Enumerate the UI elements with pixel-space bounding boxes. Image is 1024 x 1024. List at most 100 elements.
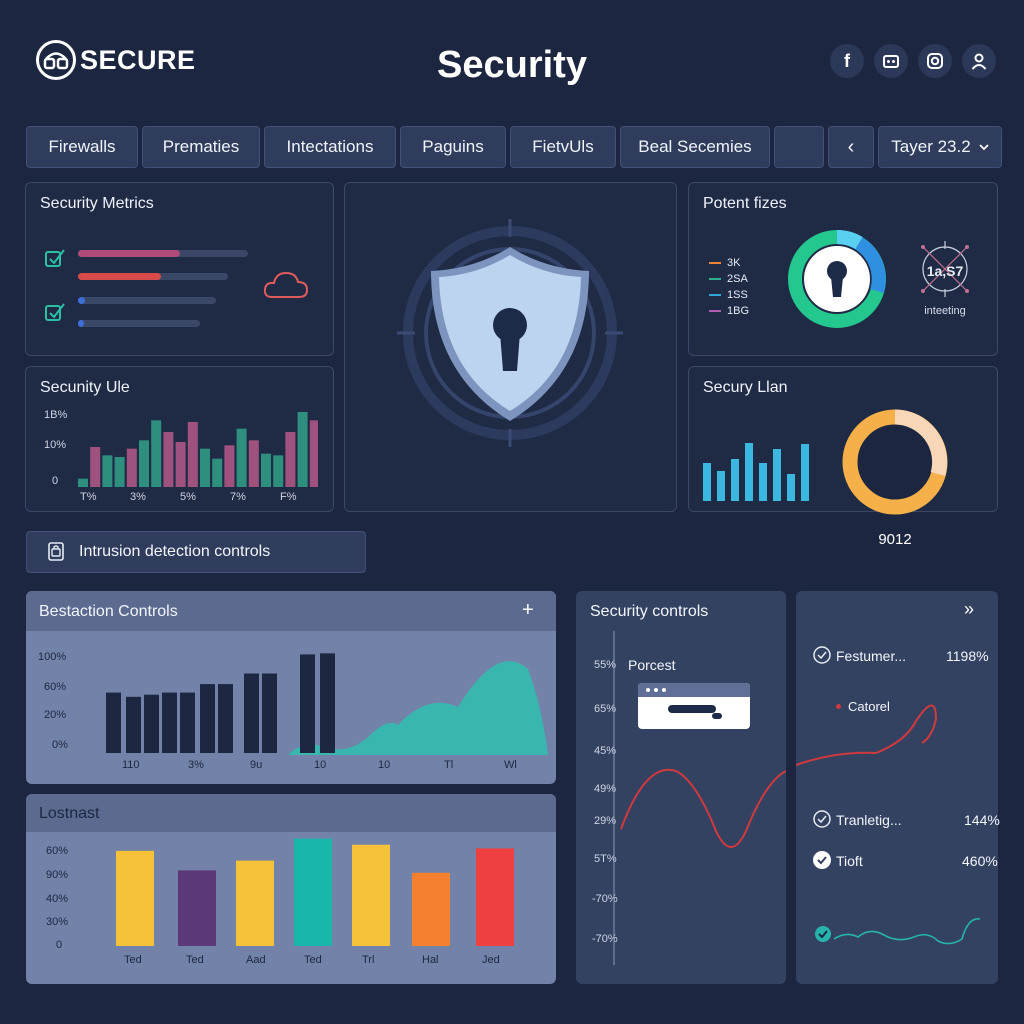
- expand-icon[interactable]: »: [964, 599, 974, 620]
- x-tick: 10: [378, 759, 391, 771]
- unity-bar: [102, 455, 113, 487]
- y-tick: 60%: [46, 845, 69, 857]
- potent-fizes-panel: Potent fizes 3K 2SA 1SS 1BG 1a,S7 inteet…: [688, 182, 998, 356]
- x-tick: F%: [280, 491, 297, 503]
- secunity-bar-chart: [78, 412, 318, 487]
- y-tick: 100%: [38, 651, 67, 663]
- prev-tab-button[interactable]: ‹: [828, 126, 874, 168]
- lostnast-bar: [476, 848, 514, 946]
- check-circle-icon: [815, 926, 831, 942]
- llan-bar: [731, 459, 739, 501]
- facebook-icon[interactable]: f: [830, 44, 864, 78]
- donut-value: 9012: [878, 531, 912, 548]
- bestaction-controls-panel: Bestaction Controls + 100% 60% 20% 0% 11…: [26, 591, 556, 784]
- summary-row-value: 460%: [962, 853, 998, 869]
- tab-firewalls[interactable]: Firewalls: [26, 126, 138, 168]
- checkbox-icon[interactable]: [44, 247, 66, 269]
- security-document-icon: [48, 542, 64, 561]
- unity-bar: [151, 420, 162, 487]
- secunity-ule-title: Secunity Ule: [40, 379, 130, 396]
- instagram-icon[interactable]: [918, 44, 952, 78]
- check-circle-icon: [813, 851, 831, 869]
- llan-bar: [787, 474, 795, 501]
- gauge-value: 1a,S7: [926, 263, 964, 279]
- shield-panel: [344, 182, 677, 512]
- y-tick: 0%: [52, 739, 68, 751]
- x-tick: 3%: [130, 491, 146, 503]
- bestaction-bar: [106, 692, 121, 753]
- bestaction-bar: [300, 654, 315, 753]
- metric-meter: [78, 320, 200, 327]
- bestaction-bar: [320, 653, 335, 753]
- tab-empty[interactable]: [774, 126, 824, 168]
- chevron-down-icon: [979, 144, 989, 151]
- x-tick: T%: [80, 491, 97, 503]
- shield-check-icon: [813, 646, 831, 664]
- unity-bar: [139, 440, 149, 487]
- unity-bar: [309, 420, 318, 487]
- unity-bar: [248, 440, 259, 487]
- y-tick: 30%: [46, 916, 69, 928]
- x-tick: Ted: [304, 954, 322, 966]
- security-controls-panel: Security controls 55% 65% 45% 49% 29% 5T…: [576, 591, 786, 984]
- legend-item: 3K: [709, 255, 769, 271]
- keyhole-ring-gauge: [788, 230, 886, 328]
- tab-beal-secemies[interactable]: Beal Secemies: [620, 126, 770, 168]
- add-icon[interactable]: +: [522, 599, 534, 622]
- bestaction-bar: [162, 692, 177, 753]
- summary-row-label: Tioft: [836, 853, 863, 869]
- y-tick: 60%: [44, 681, 67, 693]
- x-tick: 5%: [180, 491, 196, 503]
- x-tick: Hal: [422, 954, 439, 966]
- tab-prematies[interactable]: Prematies: [142, 126, 260, 168]
- tioft-trend-line: [834, 918, 981, 945]
- metric-meter: [78, 273, 228, 280]
- unity-bar: [175, 442, 186, 487]
- tab-fietvuls[interactable]: FietvUls: [510, 126, 616, 168]
- shield-check-icon: [813, 810, 831, 828]
- unity-bar: [273, 455, 284, 487]
- window-bar: [712, 713, 722, 719]
- metric-meter: [78, 250, 248, 257]
- llan-bar: [773, 449, 781, 501]
- summary-row-value: 144%: [964, 812, 1000, 828]
- x-tick: Ted: [124, 954, 142, 966]
- bestaction-bar: [244, 673, 259, 753]
- bestaction-bar: [218, 684, 233, 753]
- security-metrics-panel: Security Metrics: [25, 182, 334, 356]
- catorel-trend-line: [796, 704, 938, 766]
- legend-label: 3K: [727, 257, 741, 269]
- metric-meter: [78, 297, 216, 304]
- legend-label: 1SS: [727, 289, 748, 301]
- lostnast-panel: Lostnast 60% 90% 40% 30% 0 Ted Ted Aad T…: [26, 794, 556, 984]
- unity-bar: [78, 478, 88, 487]
- summary-row-label: Festumer...: [836, 648, 907, 664]
- window-titlebar: [638, 683, 750, 697]
- tab-paguins[interactable]: Paguins: [400, 126, 506, 168]
- secunity-ule-panel: Secunity Ule 1B% 10% 0 T% 3% 5% 7% F%: [25, 366, 334, 512]
- version-select[interactable]: Tayer 23.2: [878, 126, 1002, 168]
- potent-legend: 3K 2SA 1SS 1BG: [709, 255, 769, 319]
- secury-llan-title: Secury Llan: [703, 379, 788, 396]
- legend-swatch: [709, 262, 721, 264]
- user-icon[interactable]: [962, 44, 996, 78]
- x-tick: Trl: [362, 954, 375, 966]
- window-dot: [646, 688, 650, 692]
- metric-meter-fill: [78, 320, 85, 327]
- unity-bar: [200, 448, 210, 487]
- llan-bar: [703, 463, 711, 501]
- legend-swatch: [709, 278, 721, 280]
- window-bar: [668, 705, 716, 713]
- robot-icon[interactable]: [874, 44, 908, 78]
- unity-bar: [163, 432, 174, 487]
- window-dot: [654, 688, 658, 692]
- bestaction-bar: [200, 684, 215, 753]
- lostnast-bar: [352, 844, 390, 946]
- bestaction-bar: [126, 696, 141, 753]
- lostnast-bar-chart: [116, 838, 514, 946]
- tab-intectations[interactable]: Intectations: [264, 126, 396, 168]
- x-tick: 7%: [230, 491, 246, 503]
- checkbox-icon[interactable]: [44, 301, 66, 323]
- shield-lock-icon: [397, 219, 623, 447]
- intrusion-detection-button[interactable]: Intrusion detection controls: [26, 531, 366, 573]
